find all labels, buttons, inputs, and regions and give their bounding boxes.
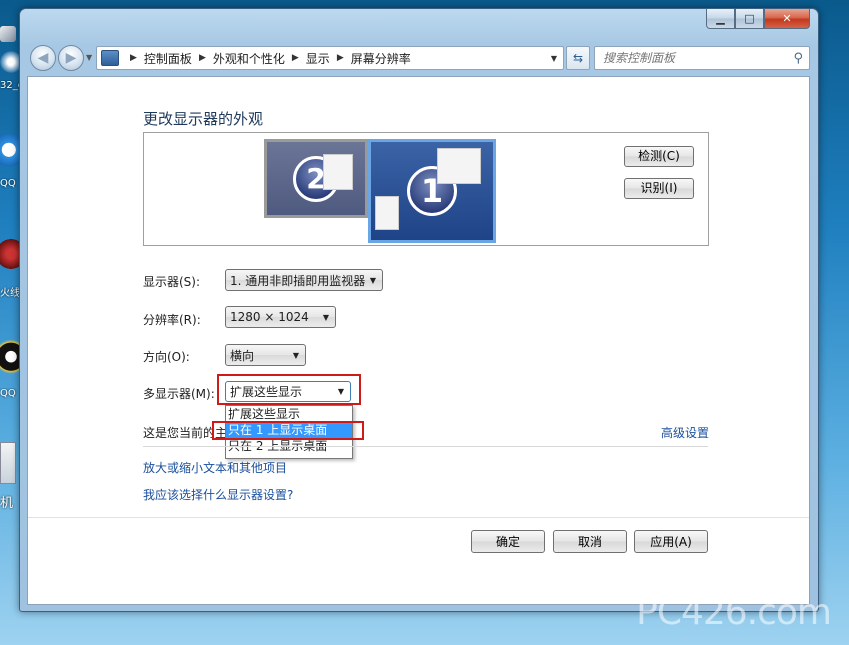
desktop-icon-file[interactable] [0,442,16,484]
highlight-box [217,374,361,405]
history-dropdown-icon[interactable]: ▼ [86,53,92,62]
control-panel-icon [101,50,119,66]
search-icon[interactable]: ⚲ [793,51,803,66]
back-button[interactable]: ◀ [30,45,56,71]
content-area: 更改显示器的外观 2 1 检测(C) 识别(I) 显示器(S): 1. 通用非即… [27,76,810,605]
minimize-button[interactable]: ▁ [706,9,735,29]
forward-button[interactable]: ▶ [58,45,84,71]
search-box: ⚲ [594,46,810,70]
resolution-select[interactable]: 1280 × 1024 ▼ [225,306,336,328]
chevron-down-icon: ▼ [292,350,299,360]
address-dropdown-icon[interactable]: ▼ [551,54,557,63]
orientation-label: 方向(O): [143,350,190,364]
breadcrumb-item[interactable]: 显示 [306,50,330,67]
monitor-preview: 2 1 检测(C) 识别(I) [143,132,709,246]
maximize-button[interactable]: □ [735,9,764,29]
highlight-box [212,421,364,440]
footer-divider [28,517,809,518]
resolution-label: 分辨率(R): [143,313,201,327]
text-size-link[interactable]: 放大或缩小文本和其他项目 [143,459,287,476]
display-select-value: 1. 通用非即插即用监视器 [230,273,366,288]
arrow-left-icon: ◀ [37,50,49,66]
breadcrumb-item[interactable]: 屏幕分辨率 [351,50,411,67]
breadcrumb-item[interactable]: 外观和个性化 [213,50,285,67]
orientation-select[interactable]: 横向 ▼ [225,344,306,366]
breadcrumb-separator-icon[interactable]: ▶ [130,53,137,63]
breadcrumb-separator-icon[interactable]: ▶ [199,53,206,63]
control-panel-window: ▁ □ ✕ ◀ ▶ ▼ ▶ 控制面板 ▶ 外观和个性化 ▶ 显示 ▶ 屏幕分辨率… [19,8,819,612]
mini-window-icon [323,154,353,190]
close-button[interactable]: ✕ [764,9,810,29]
detect-button[interactable]: 检测(C) [624,146,694,167]
divider [143,446,708,447]
page-title: 更改显示器的外观 [143,110,264,128]
orientation-select-value: 横向 [230,348,255,363]
refresh-button[interactable]: ⇆ [566,46,590,70]
search-input[interactable] [595,50,794,66]
mini-window-icon [437,148,481,184]
identify-button[interactable]: 识别(I) [624,178,694,199]
resolution-select-value: 1280 × 1024 [230,310,309,324]
refresh-icon: ⇆ [572,51,584,65]
display-select[interactable]: 1. 通用非即插即用监视器 ▼ [225,269,383,291]
chevron-down-icon: ▼ [322,312,329,322]
advanced-settings-link[interactable]: 高级设置 [661,424,709,441]
apply-button[interactable]: 应用(A) [634,530,708,553]
option-extend[interactable]: 扩展这些显示 [226,406,352,422]
cancel-button[interactable]: 取消 [553,530,627,553]
address-bar[interactable]: ▶ 控制面板 ▶ 外观和个性化 ▶ 显示 ▶ 屏幕分辨率 ▼ [96,46,564,70]
caption-buttons: ▁ □ ✕ [706,9,810,29]
multi-display-label: 多显示器(M): [143,387,215,401]
breadcrumb-item[interactable]: 控制面板 [144,50,192,67]
watermark: PC426.com [636,592,832,633]
ok-button[interactable]: 确定 [471,530,545,553]
chevron-down-icon: ▼ [369,275,376,285]
navigation-bar: ◀ ▶ ▼ ▶ 控制面板 ▶ 外观和个性化 ▶ 显示 ▶ 屏幕分辨率 ▼ ⇆ ⚲ [28,45,810,71]
desktop-icon-1[interactable] [0,26,16,42]
monitor-1[interactable]: 1 [368,139,496,243]
mini-sidebar-icon [375,196,399,230]
arrow-right-icon: ▶ [65,50,77,66]
which-settings-link[interactable]: 我应该选择什么显示器设置? [143,486,293,503]
display-label: 显示器(S): [143,275,201,289]
breadcrumb-separator-icon[interactable]: ▶ [337,53,344,63]
monitor-2[interactable]: 2 [264,139,368,218]
breadcrumb-separator-icon[interactable]: ▶ [292,53,299,63]
